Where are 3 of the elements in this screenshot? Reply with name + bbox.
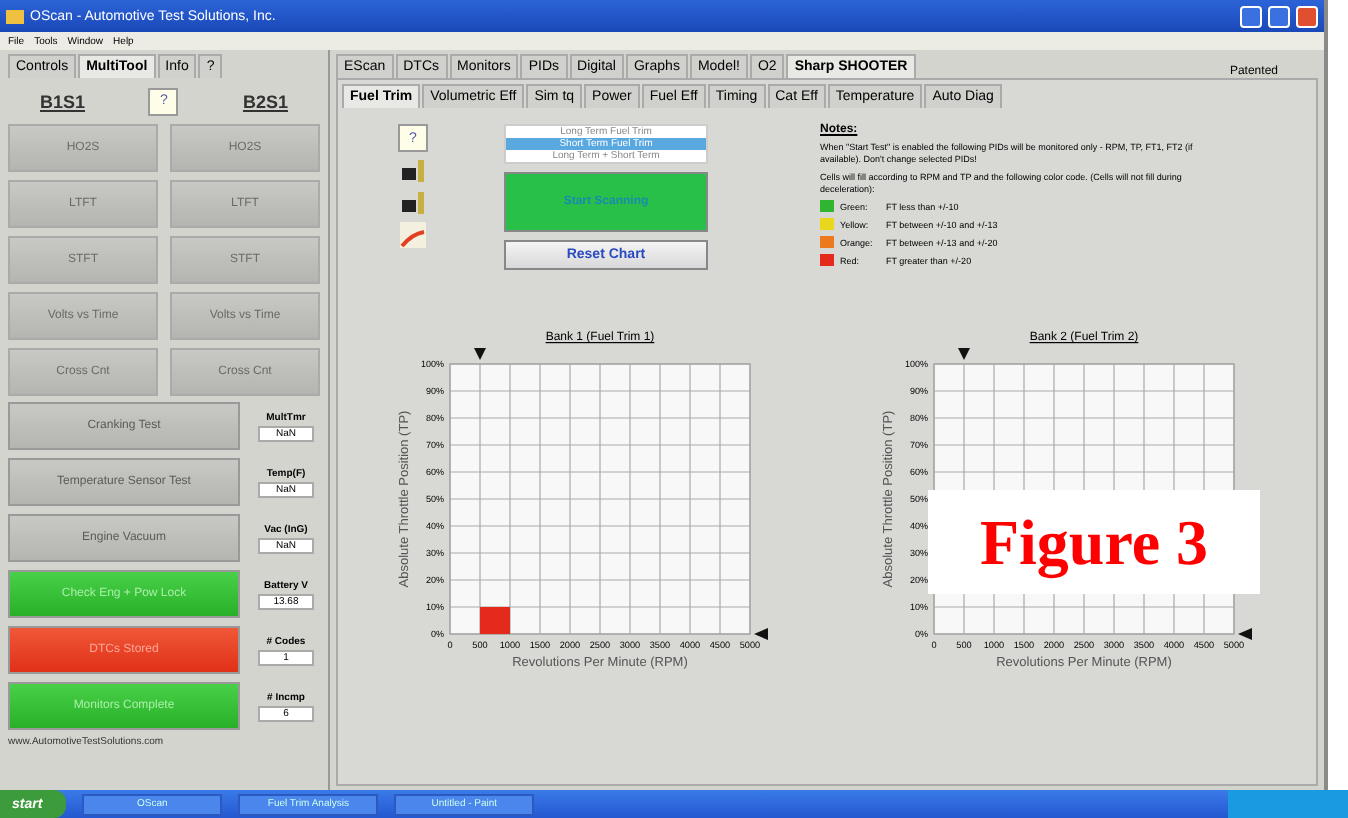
sensor-link[interactable]: B1S1 bbox=[39, 91, 85, 111]
figure-label: Figure 3 bbox=[928, 490, 1260, 594]
sensor-link[interactable]: B2S1 bbox=[242, 91, 288, 111]
